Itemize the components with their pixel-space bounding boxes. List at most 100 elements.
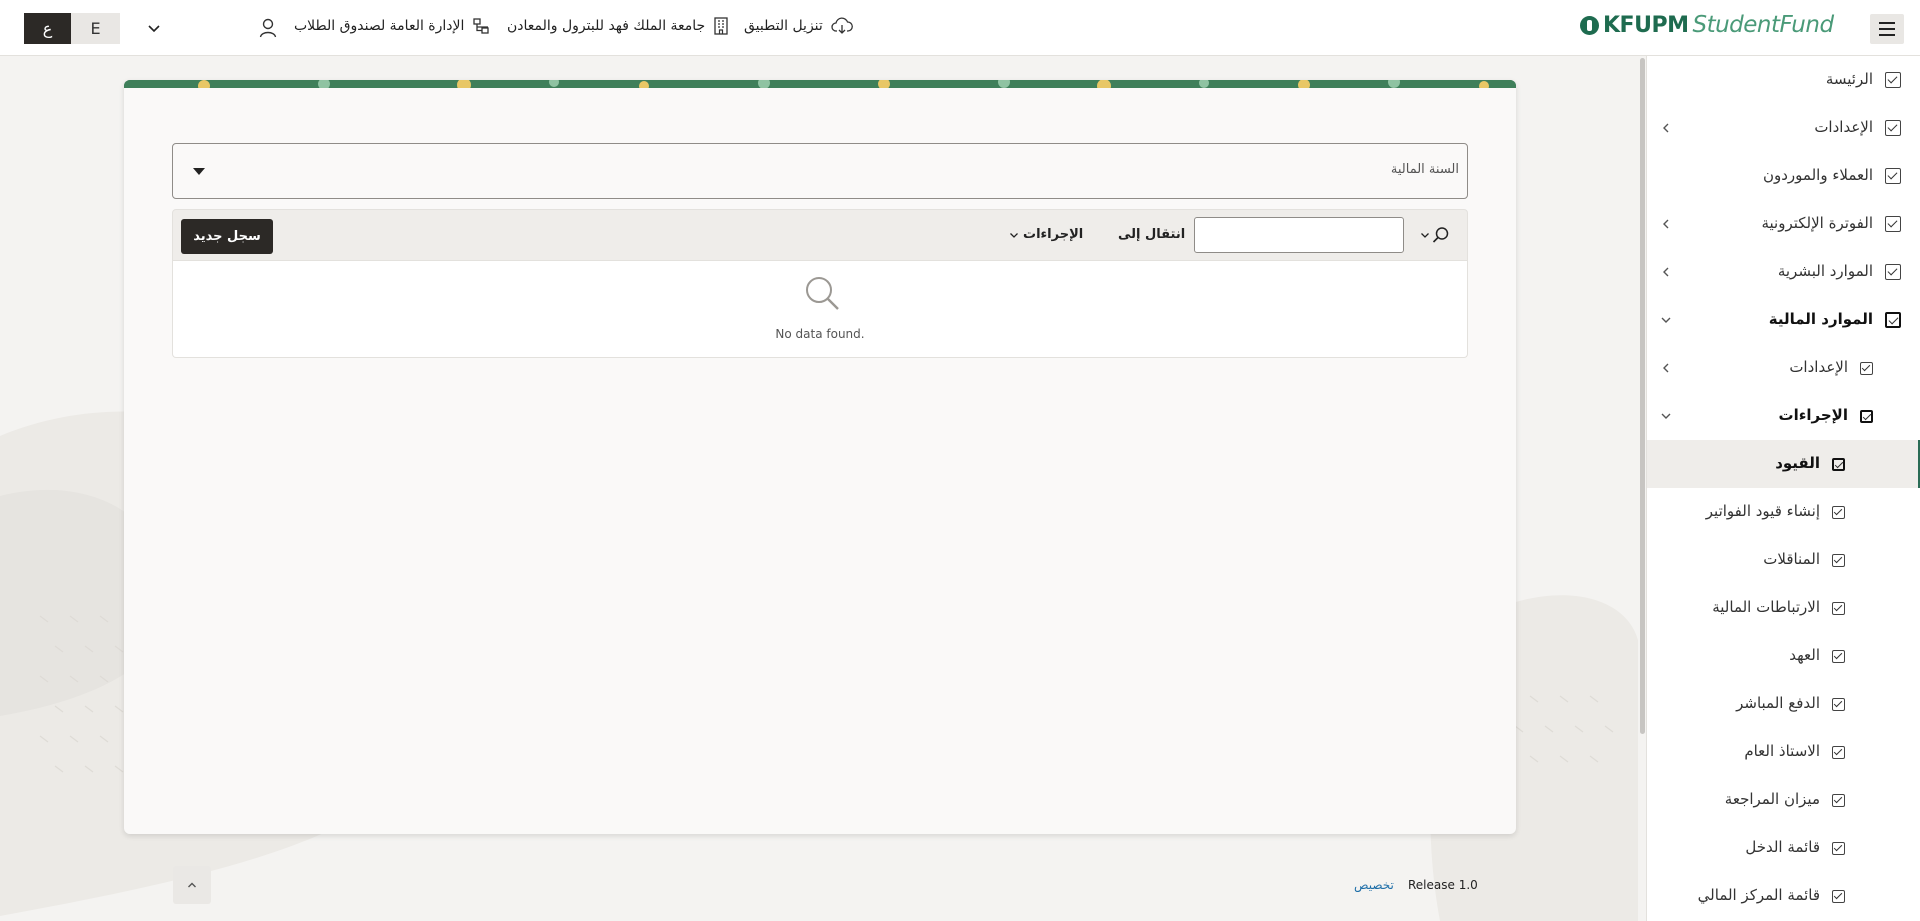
sidebar-item[interactable]: المناقلات	[1647, 536, 1920, 584]
sidebar-item[interactable]: قائمة المركز المالي	[1647, 872, 1920, 920]
checkbox-icon	[1832, 842, 1845, 855]
chevron-left-icon[interactable]	[1659, 361, 1673, 375]
sidebar-item[interactable]: ميزان المراجعة	[1647, 776, 1920, 824]
actions-menu-button[interactable]: الإجراءات	[1009, 227, 1083, 242]
no-data-message: No data found.	[775, 327, 865, 341]
checkbox-icon	[1885, 120, 1901, 136]
department-label: الإدارة العامة لصندوق الطلاب	[294, 18, 465, 34]
search-column-selector[interactable]	[1420, 226, 1450, 244]
sidebar-item[interactable]: الدفع المباشر	[1647, 680, 1920, 728]
download-app-item[interactable]: تنزيل التطبيق	[744, 17, 853, 35]
checkbox-icon	[1885, 216, 1901, 232]
lang-arabic-button[interactable]: ع	[24, 13, 71, 44]
chevron-down-icon[interactable]	[1659, 313, 1673, 327]
card-banner	[124, 80, 1516, 88]
top-header: ع E الإدارة العامة لصندوق الطلاب جامعة ا…	[0, 0, 1920, 56]
checkbox-icon	[1885, 312, 1901, 328]
cloud-download-icon	[831, 17, 853, 34]
sidebar-item-label: الارتباطات المالية	[1712, 598, 1820, 616]
sidebar-item[interactable]: الإعدادات	[1647, 344, 1920, 392]
checkbox-icon	[1832, 554, 1845, 567]
results-region: No data found.	[172, 261, 1468, 358]
sidebar-item[interactable]: الإعدادات	[1647, 104, 1920, 152]
kfupm-studentfund-logo[interactable]: KFUPM StudentFund	[1580, 12, 1834, 38]
sidebar-item[interactable]: الارتباطات المالية	[1647, 584, 1920, 632]
sidebar-item-label: إنشاء قيود الفواتير	[1705, 502, 1820, 520]
goto-button[interactable]: انتقال إلى	[1118, 227, 1185, 242]
sidebar-item[interactable]: الاستاذ العام	[1647, 728, 1920, 776]
chevron-left-icon[interactable]	[1659, 265, 1673, 279]
chevron-down-icon[interactable]	[146, 18, 162, 38]
building-icon	[714, 17, 728, 35]
checkbox-icon	[1832, 506, 1845, 519]
sidebar-item-label: القيود	[1775, 454, 1820, 472]
sidebar-item-label: العملاء والموردون	[1762, 166, 1873, 184]
sidebar-item-label: المناقلات	[1763, 550, 1820, 568]
sidebar-item[interactable]: الإجراءات	[1647, 392, 1920, 440]
sidebar-item[interactable]: الموارد البشرية	[1647, 248, 1920, 296]
checkbox-icon	[1885, 264, 1901, 280]
sidebar-item[interactable]: الرئيسة	[1647, 56, 1920, 104]
checkbox-icon	[1860, 410, 1873, 423]
sidebar-item[interactable]: قائمة الدخل	[1647, 824, 1920, 872]
sidebar-item[interactable]: الموارد المالية	[1647, 296, 1920, 344]
checkbox-icon	[1860, 362, 1873, 375]
checkbox-icon	[1832, 746, 1845, 759]
university-item[interactable]: جامعة الملك فهد للبترول والمعادن	[507, 17, 729, 35]
caret-down-icon[interactable]	[193, 168, 205, 175]
release-version: Release 1.0	[1408, 878, 1478, 892]
customize-link[interactable]: تخصيص	[1354, 878, 1394, 892]
checkbox-icon	[1832, 602, 1845, 615]
checkbox-icon	[1832, 458, 1845, 471]
logo-mark-icon	[1580, 15, 1599, 35]
fiscal-year-select[interactable]: السنة المالية	[172, 143, 1468, 199]
sidebar-item[interactable]: القيود	[1647, 440, 1920, 488]
fiscal-year-label: السنة المالية	[1390, 162, 1459, 177]
sidebar-item-label: العهد	[1789, 646, 1820, 664]
checkbox-icon	[1832, 794, 1845, 807]
sidebar-item-label: الفوترة الإلكترونية	[1761, 214, 1873, 232]
sidebar-item[interactable]: الفوترة الإلكترونية	[1647, 200, 1920, 248]
department-item[interactable]: الإدارة العامة لصندوق الطلاب	[294, 17, 490, 35]
chevron-up-icon	[188, 882, 196, 888]
navigation-sidebar: الرئيسة الإعدادات العملاء والموردون الفوترة…	[1646, 56, 1920, 921]
lang-english-button[interactable]: E	[71, 13, 120, 44]
download-app-label: تنزيل التطبيق	[744, 18, 823, 34]
sidebar-item-label: الدفع المباشر	[1736, 694, 1820, 712]
search-icon	[806, 277, 839, 310]
actions-menu-label: الإجراءات	[1023, 227, 1084, 242]
checkbox-icon	[1885, 168, 1901, 184]
sidebar-item-label: الإجراءات	[1778, 406, 1848, 424]
chevron-down-icon[interactable]	[1659, 409, 1673, 423]
university-label: جامعة الملك فهد للبترول والمعادن	[507, 18, 706, 34]
sidebar-item-label: قائمة المركز المالي	[1697, 886, 1820, 904]
sidebar-item[interactable]: العهد	[1647, 632, 1920, 680]
checkbox-icon	[1885, 72, 1901, 88]
org-chart-icon	[473, 18, 490, 34]
sidebar-item-label: الرئيسة	[1825, 70, 1873, 88]
checkbox-icon	[1832, 890, 1845, 903]
user-icon[interactable]	[259, 18, 277, 42]
chevron-left-icon[interactable]	[1659, 121, 1673, 135]
sidebar-item[interactable]: العملاء والموردون	[1647, 152, 1920, 200]
sidebar-item-label: ميزان المراجعة	[1724, 790, 1820, 808]
sidebar-item-label: الاستاذ العام	[1744, 742, 1820, 760]
page-scrollbar-thumb[interactable]	[1640, 58, 1645, 734]
search-icon	[1432, 227, 1449, 243]
search-input[interactable]	[1194, 217, 1404, 253]
sidebar-item-label: الموارد البشرية	[1777, 262, 1873, 280]
sidebar-item-label: قائمة الدخل	[1745, 838, 1820, 856]
sidebar-item-label: الموارد المالية	[1768, 310, 1873, 328]
journal-entries-card: السنة المالية سجل جديد الإجراءات انتقال …	[124, 80, 1516, 834]
new-record-button[interactable]: سجل جديد	[181, 219, 273, 254]
chevron-left-icon[interactable]	[1659, 217, 1673, 231]
chevron-down-icon	[1421, 233, 1429, 238]
sidebar-item-label: الإعدادات	[1814, 118, 1873, 136]
sidebar-item[interactable]: إنشاء قيود الفواتير	[1647, 488, 1920, 536]
checkbox-icon	[1832, 650, 1845, 663]
sidebar-item-label: الإعدادات	[1789, 358, 1848, 376]
hamburger-menu-icon[interactable]	[1870, 14, 1904, 44]
checkbox-icon	[1832, 698, 1845, 711]
scroll-to-top-button[interactable]	[173, 866, 211, 904]
report-toolbar: سجل جديد الإجراءات انتقال إلى	[172, 209, 1468, 261]
